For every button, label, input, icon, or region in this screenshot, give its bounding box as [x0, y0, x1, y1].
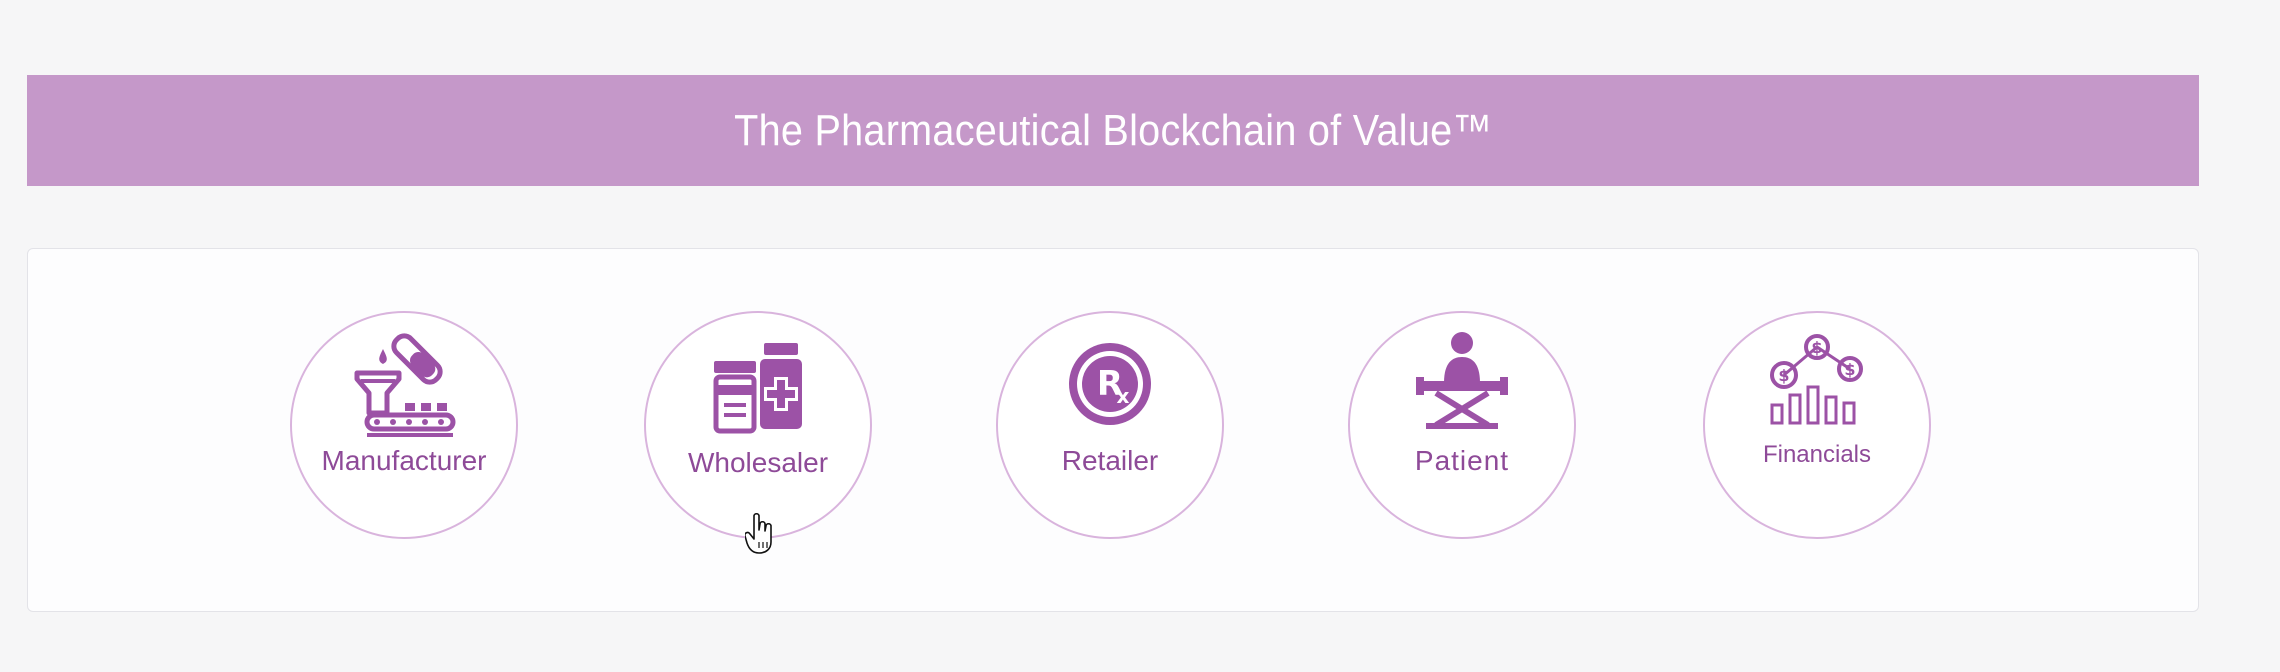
svg-text:$: $ [1811, 338, 1822, 357]
patient-label: Patient [1414, 445, 1510, 476]
medicine-bottles-icon [713, 343, 802, 434]
retailer-button[interactable]: R x Retailer [996, 311, 1224, 539]
wholesaler-button[interactable]: Wholesaler [644, 311, 872, 539]
value-chain-panel: Manufacturer Wholesaler R x Retailer Pat… [27, 248, 2199, 612]
manufacturer-button[interactable]: Manufacturer [290, 311, 518, 539]
patient-bed-icon [1416, 332, 1508, 429]
financials-button[interactable]: $ $ $ Financials [1703, 311, 1931, 539]
financial-chart-icon: $ $ $ [1770, 334, 1863, 425]
manufacturing-icon [354, 333, 456, 437]
svg-text:x: x [1117, 384, 1130, 408]
wholesaler-label: Wholesaler [687, 447, 829, 478]
header-banner: The Pharmaceutical Blockchain of Value™ [27, 75, 2199, 186]
svg-text:$: $ [1844, 360, 1855, 379]
retailer-label: Retailer [1061, 445, 1159, 476]
hand-cursor-icon [745, 512, 772, 554]
svg-text:$: $ [1778, 366, 1789, 385]
financials-label: Financials [1762, 441, 1872, 468]
banner-title: The Pharmaceutical Blockchain of Value™ [733, 105, 1493, 155]
manufacturer-label: Manufacturer [321, 445, 487, 476]
patient-button[interactable]: Patient [1348, 311, 1576, 539]
rx-icon: R x [1069, 343, 1151, 425]
